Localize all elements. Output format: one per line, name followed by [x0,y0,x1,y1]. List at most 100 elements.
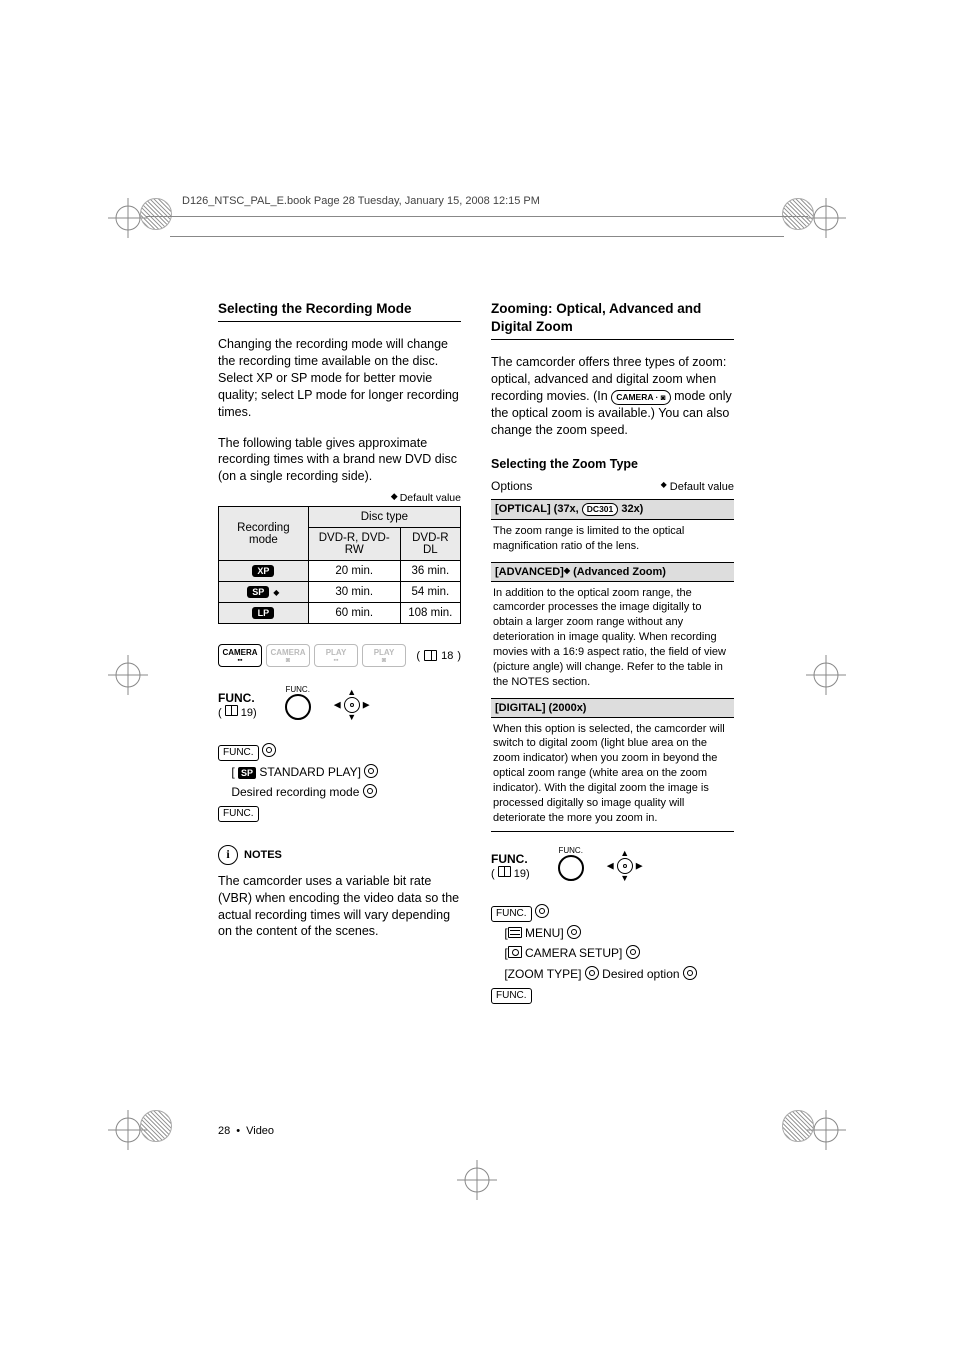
table-row: LP 60 min. 108 min. [219,603,461,624]
crop-mark-icon [457,1160,497,1200]
table-header: Recording mode [219,507,309,561]
options-header: Options ◆ Default value [491,479,734,493]
book-icon [498,866,511,877]
book-icon [225,705,238,716]
ring-icon [585,966,599,980]
page-number: 28 [218,1125,230,1137]
ring-icon [567,925,581,939]
paragraph: The camcorder offers three types of zoom… [491,354,734,439]
mode-chip-xp: XP [252,565,274,577]
notes-heading: i NOTES [218,845,461,865]
section-name: Video [246,1125,274,1137]
left-column: Selecting the Recording Mode Changing th… [218,300,461,1004]
func-ref: ( 19) [491,866,530,880]
cell: 20 min. [308,561,400,582]
header-rule [170,236,784,237]
mode-chip-sp: SP [247,586,269,598]
option-body: In addition to the optical zoom range, t… [491,582,734,692]
ring-icon [683,966,697,980]
table-header: DVD-R, DVD-RW [308,528,400,561]
ring-icon [363,784,377,798]
cell: 108 min. [400,603,460,624]
func-pill: FUNC. [491,988,532,1004]
ring-icon [262,743,276,757]
info-icon: i [218,845,238,865]
default-diamond-icon: ◆ [564,566,570,575]
default-diamond-icon: ◆ [273,588,279,597]
recording-time-table: Recording mode Disc type DVD-R, DVD-RW D… [218,506,461,624]
right-column: Zooming: Optical, Advanced and Digital Z… [491,300,734,1004]
badge-camera-movie: CAMERA▪▪ [218,644,262,667]
mode-chip-sp: SP [238,767,256,779]
func-button-icon [285,694,311,720]
cell: 60 min. [308,603,400,624]
seq-text: STANDARD PLAY] [259,765,361,779]
corner-target-icon [782,198,814,230]
book-icon [424,650,437,661]
func-sequence: FUNC. [ MENU] [ CAMERA SETUP] [ZOOM TYPE… [491,902,734,1004]
ring-icon [626,945,640,959]
func-label: FUNC. [491,852,530,866]
mode-badges: CAMERA▪▪ CAMERA◙ PLAY▪▪ PLAY◙ ( 18) [218,644,461,667]
joystick-icon: ▲▼◀▶ [612,853,638,879]
seq-text: [ZOOM TYPE] [504,967,581,981]
ring-icon [364,764,378,778]
notes-body: The camcorder uses a variable bit rate (… [218,873,461,941]
seq-text: Desired recording mode [231,785,359,799]
option-body: When this option is selected, the camcor… [491,718,734,833]
seq-text: MENU] [525,926,564,940]
cell: 30 min. [308,582,400,603]
badge-play-movie: PLAY▪▪ [314,644,358,667]
func-label: FUNC. [218,691,257,705]
options-label: Options [491,479,532,493]
option-body: The zoom range is limited to the optical… [491,520,734,556]
paragraph: The following table gives approximate re… [218,435,461,486]
func-ref: ( 19) [218,705,257,719]
func-sequence: FUNC. [ SP STANDARD PLAY] Desired record… [218,741,461,823]
default-value-note: ◆Default value [218,491,461,504]
func-tiny-label: FUNC. [558,846,584,855]
source-file-line: D126_NTSC_PAL_E.book Page 28 Tuesday, Ja… [182,195,540,207]
page-ref: ( 18) [416,650,461,662]
badge-play-photo: PLAY◙ [362,644,406,667]
crop-mark-icon [806,655,846,695]
camera-icon [508,946,522,958]
table-header: DVD-R DL [400,528,460,561]
func-row: FUNC. ( 19) FUNC. ▲▼◀▶ [218,685,461,725]
subheading-zoom-type: Selecting the Zoom Type [491,457,734,471]
heading-recording-mode: Selecting the Recording Mode [218,300,461,322]
heading-zoom: Zooming: Optical, Advanced and Digital Z… [491,300,734,340]
corner-target-icon [140,198,172,230]
page-footer: 28 • Video [218,1125,274,1137]
cell: 54 min. [400,582,460,603]
table-row: XP 20 min. 36 min. [219,561,461,582]
func-tiny-label: FUNC. [285,685,311,694]
func-pill: FUNC. [218,806,259,822]
func-pill: FUNC. [491,906,532,922]
page-header: D126_NTSC_PAL_E.book Page 28 Tuesday, Ja… [130,216,824,217]
menu-icon [508,927,522,938]
corner-target-icon [140,1110,172,1142]
option-title-digital: [DIGITAL] (2000x) [491,698,734,718]
model-chip: DC301 [582,503,618,516]
joystick-icon: ▲▼◀▶ [339,692,365,718]
seq-text: Desired option [602,967,679,981]
table-row: SP ◆ 30 min. 54 min. [219,582,461,603]
corner-target-icon [782,1110,814,1142]
table-header: Disc type [308,507,460,528]
option-title-optical: [OPTICAL] (37x, DC301 32x) [491,499,734,520]
notes-label: NOTES [244,849,282,861]
func-pill: FUNC. [218,745,259,761]
func-button-icon [558,855,584,881]
default-value-note: ◆ Default value [661,480,734,493]
mode-chip-lp: LP [252,607,274,619]
ring-icon [535,904,549,918]
option-title-advanced: [ADVANCED]◆ (Advanced Zoom) [491,562,734,582]
func-row: FUNC. ( 19) FUNC. ▲▼◀▶ [491,846,734,886]
camera-photo-pill: CAMERA · ◙ [611,390,670,405]
paragraph: Changing the recording mode will change … [218,336,461,420]
crop-mark-icon [108,655,148,695]
cell: 36 min. [400,561,460,582]
badge-camera-photo: CAMERA◙ [266,644,310,667]
seq-text: CAMERA SETUP] [525,946,622,960]
